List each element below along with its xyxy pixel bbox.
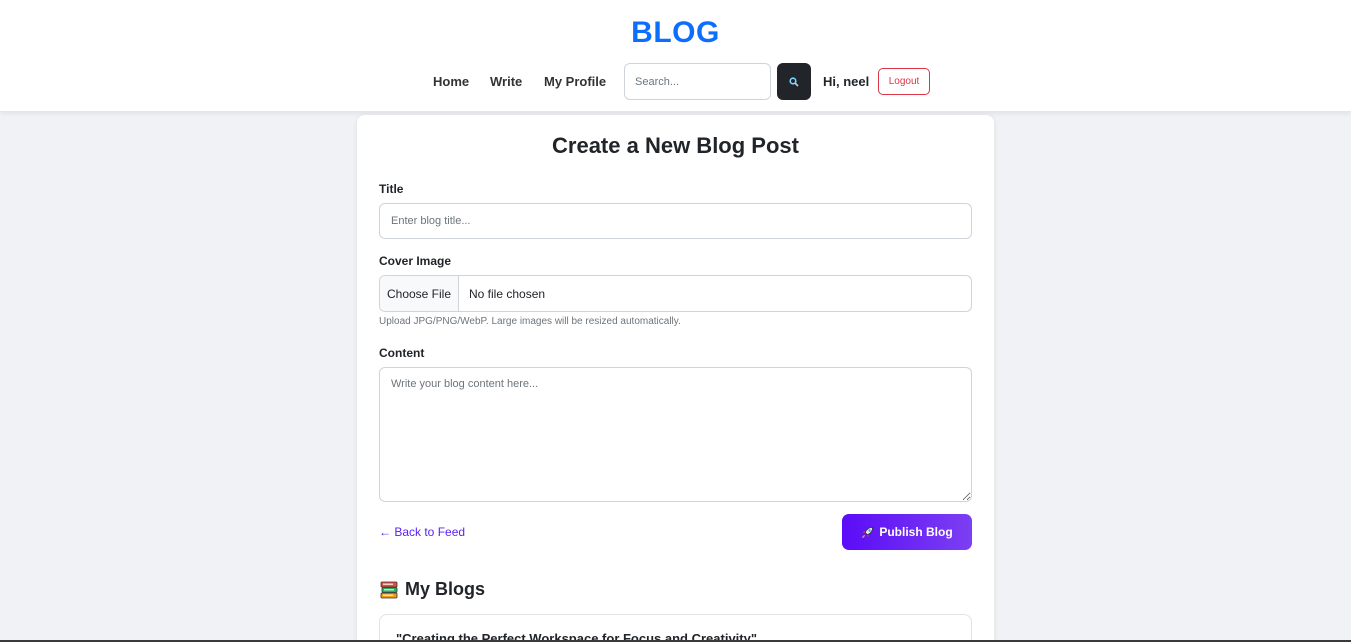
- content-textarea[interactable]: [379, 367, 972, 502]
- my-blogs-heading: My Blogs: [379, 579, 485, 600]
- search-button[interactable]: [777, 63, 811, 100]
- publish-blog-label: Publish Blog: [879, 525, 953, 539]
- search-input[interactable]: [624, 63, 771, 100]
- page-title: Create a New Blog Post: [552, 133, 799, 158]
- back-to-feed-link[interactable]: ← Back to Feed: [379, 525, 465, 539]
- cover-image-label: Cover Image: [379, 254, 452, 268]
- brand-logo[interactable]: BLOG: [0, 16, 1351, 50]
- rocket-icon: [862, 526, 874, 538]
- cover-image-help: Upload JPG/PNG/WebP. Large images will b…: [379, 316, 681, 327]
- nav-home[interactable]: Home: [433, 74, 469, 89]
- publish-blog-button[interactable]: Publish Blog: [842, 514, 972, 550]
- file-status-text: No file chosen: [469, 286, 546, 301]
- my-blogs-title: My Blogs: [405, 579, 486, 599]
- search-icon: [789, 76, 799, 87]
- content-label: Content: [379, 346, 425, 360]
- logout-button[interactable]: Logout: [878, 68, 930, 95]
- user-greeting: Hi, neel: [823, 74, 870, 89]
- title-input[interactable]: [379, 203, 972, 239]
- title-label: Title: [379, 182, 404, 196]
- nav-my-profile[interactable]: My Profile: [544, 74, 606, 89]
- books-icon: [380, 581, 398, 598]
- top-header: BLOG Home Write My Profile Hi, neel Logo…: [0, 0, 1351, 112]
- choose-file-button[interactable]: Choose File: [380, 276, 459, 311]
- nav-write[interactable]: Write: [490, 74, 522, 89]
- cover-image-file-input[interactable]: Choose File No file chosen: [379, 275, 972, 312]
- blog-list-item[interactable]: "Creating the Perfect Workspace for Focu…: [379, 614, 972, 642]
